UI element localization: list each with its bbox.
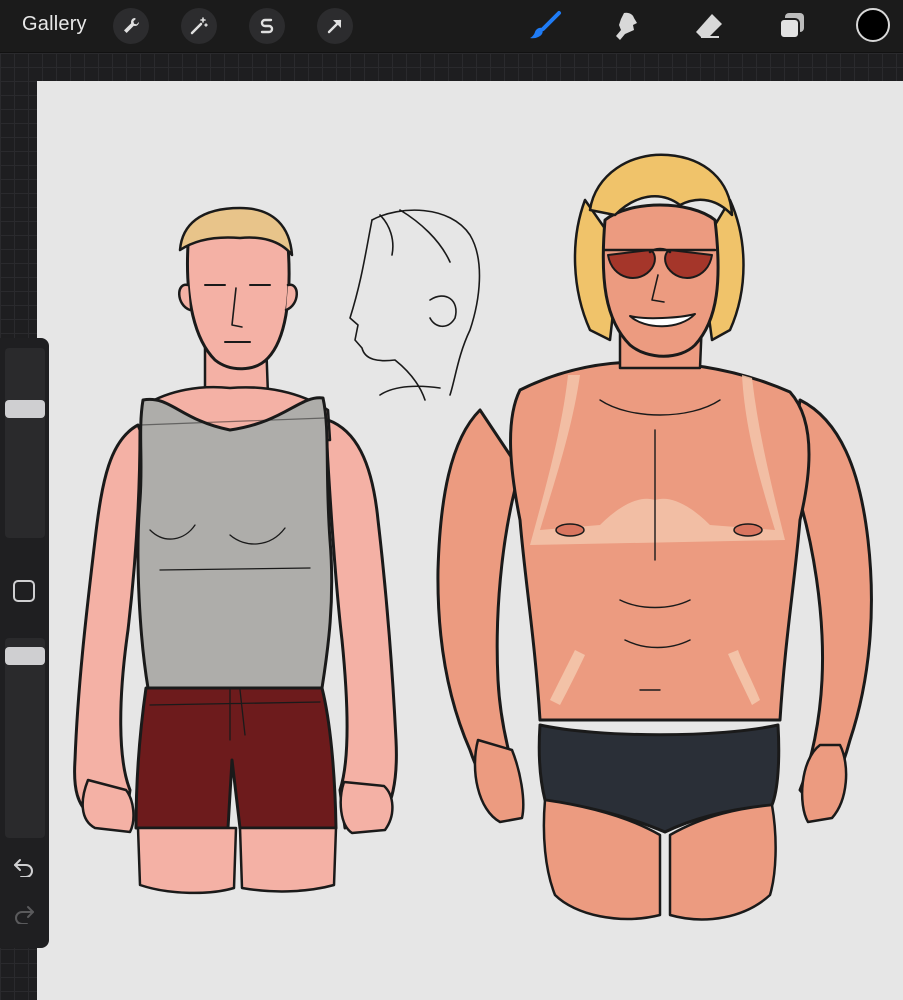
top-toolbar: Gallery	[0, 0, 903, 53]
layers-icon[interactable]	[772, 8, 812, 44]
brush-size-thumb[interactable]	[5, 399, 45, 418]
pale-character-figure	[73, 206, 398, 895]
gallery-button[interactable]: Gallery	[22, 13, 87, 36]
wrench-icon[interactable]	[113, 8, 149, 44]
magic-wand-icon[interactable]	[181, 8, 217, 44]
character-illustration	[73, 153, 873, 921]
smudge-icon[interactable]	[607, 8, 647, 44]
brush-size-slider[interactable]	[5, 348, 45, 538]
profile-head-sketch	[349, 209, 481, 401]
transform-arrow-icon[interactable]	[317, 8, 353, 44]
color-picker-swatch[interactable]	[856, 8, 890, 42]
selection-s-icon[interactable]	[249, 8, 285, 44]
drawing-canvas[interactable]	[37, 81, 903, 1000]
eraser-icon[interactable]	[689, 8, 729, 44]
modify-square-icon[interactable]	[13, 580, 35, 602]
redo-icon[interactable]	[10, 900, 38, 928]
brush-opacity-slider[interactable]	[5, 638, 45, 838]
brush-icon[interactable]	[526, 8, 566, 44]
undo-icon[interactable]	[10, 853, 38, 881]
tanned-character-figure	[436, 153, 873, 921]
brush-opacity-thumb[interactable]	[5, 647, 45, 666]
left-sidebar	[0, 338, 49, 948]
